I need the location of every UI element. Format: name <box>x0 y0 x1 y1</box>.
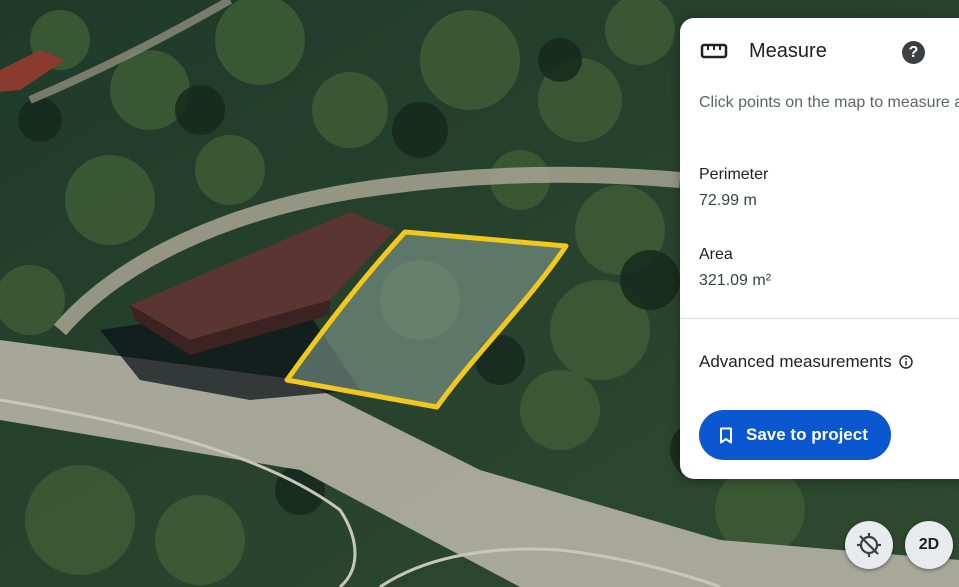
compass-reset-icon <box>857 533 881 557</box>
help-icon[interactable]: ? <box>902 41 925 64</box>
panel-title: Measure <box>749 40 827 62</box>
save-to-project-button[interactable]: Save to project <box>699 410 891 460</box>
perimeter-label: Perimeter <box>699 166 769 183</box>
measure-instructions: Click points on the map to measure area <box>699 94 959 111</box>
area-label: Area <box>699 246 733 263</box>
measure-panel: Measure ? Click points on the map to mea… <box>680 18 959 479</box>
save-to-project-label: Save to project <box>746 425 868 444</box>
perimeter-value: 72.99 m <box>699 192 757 209</box>
advanced-measurements-link[interactable]: Advanced measurements <box>699 351 913 373</box>
view-mode-2d-button[interactable]: 2D <box>905 521 953 569</box>
panel-header: Measure ? <box>680 18 959 86</box>
info-icon <box>899 355 913 369</box>
bookmark-icon <box>720 427 732 443</box>
advanced-measurements-label: Advanced measurements <box>699 352 892 371</box>
compass-reset-button[interactable] <box>845 521 893 569</box>
divider <box>680 318 959 319</box>
area-value: 321.09 m² <box>699 272 772 289</box>
ruler-icon <box>700 43 728 59</box>
